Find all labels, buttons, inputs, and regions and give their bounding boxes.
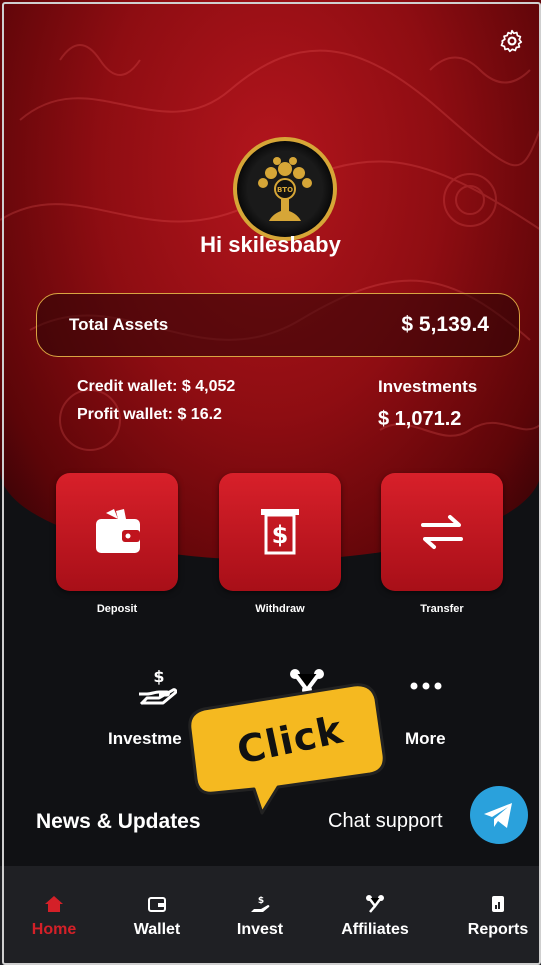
chat-support-button[interactable] — [470, 786, 528, 844]
gear-icon[interactable] — [499, 28, 525, 54]
nav-affiliates-label: Affiliates — [341, 921, 409, 938]
news-updates-title: News & Updates — [36, 810, 201, 833]
more-dots-icon[interactable] — [406, 668, 446, 708]
svg-text:$: $ — [153, 668, 164, 686]
deposit-label: Deposit — [96, 603, 138, 615]
bottom-nav: Home Wallet $ Invest Affiliates Reports — [0, 866, 541, 965]
total-assets-value: $ 5,139.4 — [401, 313, 489, 336]
nav-invest-label: Invest — [236, 921, 284, 938]
nav-invest[interactable]: $ Invest — [220, 866, 300, 965]
dollar-receipt-icon: $ — [261, 509, 299, 555]
withdraw-label: Withdraw — [255, 603, 305, 615]
nav-affiliates[interactable]: Affiliates — [335, 866, 415, 965]
app-screen: BTO Hi skilesbaby Total Assets $ 5,139.4… — [0, 0, 541, 965]
hand-dollar-icon[interactable]: $ — [137, 668, 177, 708]
profit-wallet: Profit wallet: $ 16.2 — [77, 406, 222, 423]
greeting: Hi skilesbaby — [200, 232, 341, 257]
logo-text: BTO — [277, 186, 293, 194]
nav-home-label: Home — [31, 921, 77, 938]
withdraw-button[interactable]: $ — [219, 473, 341, 591]
more-shortcut-label[interactable]: More — [405, 729, 446, 749]
hand-dollar-icon: $ — [251, 896, 270, 912]
telegram-icon — [484, 803, 512, 828]
total-assets-label: Total Assets — [69, 315, 169, 334]
total-assets-card: Total Assets $ 5,139.4 — [36, 293, 520, 357]
wallet-icon — [148, 897, 166, 912]
transfer-button[interactable] — [381, 473, 503, 591]
credit-wallet: Credit wallet: $ 4,052 — [77, 378, 236, 395]
nav-wallet-label: Wallet — [133, 921, 181, 938]
transfer-arrows-icon — [421, 515, 463, 549]
nav-reports-label: Reports — [467, 921, 529, 938]
svg-text:$: $ — [258, 896, 264, 906]
nav-wallet[interactable]: Wallet — [117, 866, 197, 965]
affiliates-icon — [366, 895, 384, 913]
deposit-button[interactable] — [56, 473, 178, 591]
transfer-label: Transfer — [420, 603, 464, 615]
investments-shortcut-label[interactable]: Investme — [108, 729, 182, 749]
home-icon — [45, 896, 63, 912]
reports-icon — [492, 896, 504, 912]
nav-home[interactable]: Home — [14, 866, 94, 965]
wallet-icon — [96, 509, 140, 553]
tree-emblem-icon: BTO — [258, 157, 312, 221]
brand-logo: BTO — [233, 137, 337, 241]
investments-label: Investments — [378, 377, 478, 396]
investments-value: $ 1,071.2 — [378, 408, 462, 430]
nav-reports[interactable]: Reports — [458, 866, 538, 965]
svg-text:$: $ — [272, 521, 289, 549]
